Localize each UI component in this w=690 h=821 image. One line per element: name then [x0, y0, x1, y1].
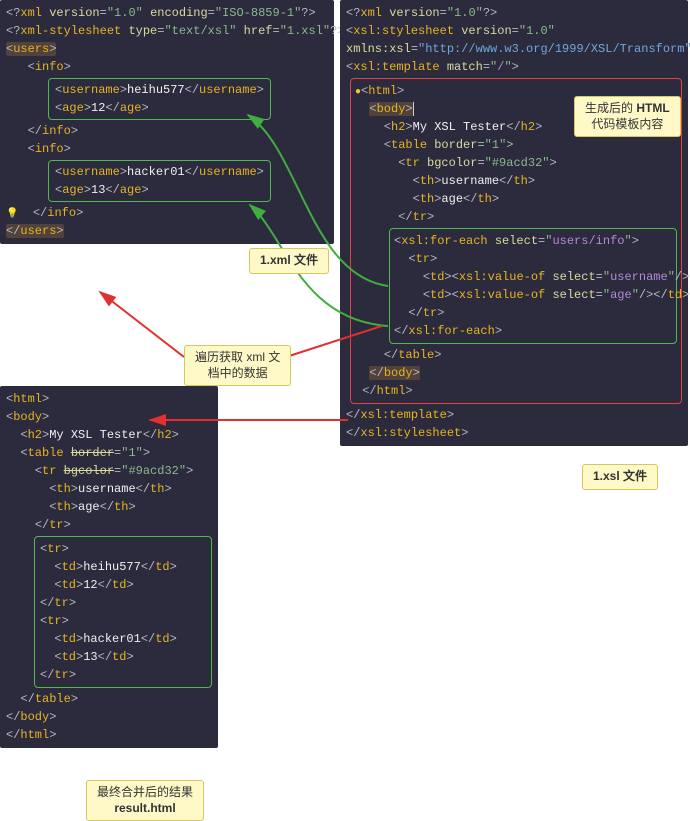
callout-xml-file: 1.xml 文件	[249, 248, 329, 274]
callout-template: 生成后的 HTML 代码模板内容	[574, 96, 681, 137]
result-html-panel: <html> <body> <h2>My XSL Tester</h2> <ta…	[0, 386, 218, 748]
xml-source-panel: <?xml version="1.0" encoding="ISO-8859-1…	[0, 0, 334, 244]
callout-xsl-file: 1.xsl 文件	[582, 464, 658, 490]
callout-result: 最终合并后的结果 result.html	[86, 780, 204, 821]
callout-loop: 遍历获取 xml 文 档中的数据	[184, 345, 291, 386]
xsl-source-panel: <?xml version="1.0"?> <xsl:stylesheet ve…	[340, 0, 688, 446]
